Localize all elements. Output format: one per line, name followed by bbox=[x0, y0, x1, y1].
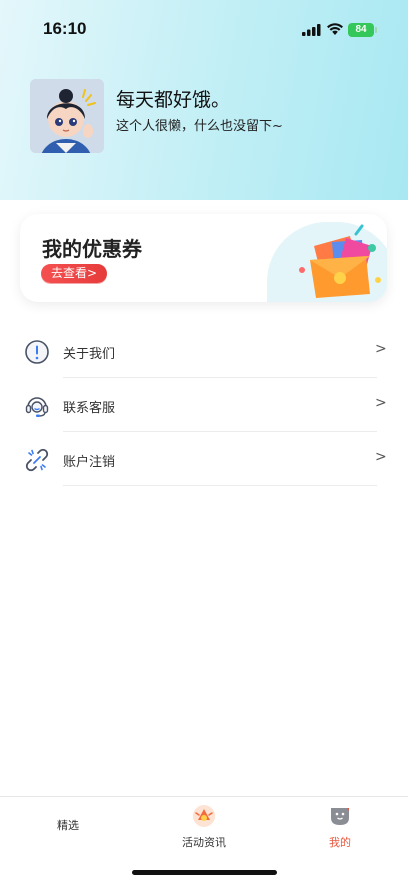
tab-label-featured: 精选 bbox=[57, 819, 79, 832]
avatar[interactable] bbox=[30, 79, 104, 153]
chevron-right-icon: > bbox=[375, 449, 387, 465]
settings-menu: 关于我们 > 联系客服 > 账户注销 > bbox=[0, 324, 408, 486]
status-time: 16:10 bbox=[43, 19, 87, 38]
coupon-card[interactable]: 我的优惠券 去查看> bbox=[20, 214, 387, 302]
tab-mine[interactable]: 我的 bbox=[272, 797, 408, 867]
home-indicator[interactable] bbox=[132, 870, 277, 875]
signature: 这个人很懒，什么也没留下~ bbox=[116, 119, 283, 134]
profile-icon bbox=[331, 808, 349, 825]
signal-icon bbox=[302, 24, 321, 36]
tab-label-activity-news: 活动资讯 bbox=[182, 836, 226, 849]
battery-icon: 84 bbox=[348, 23, 377, 37]
broken-link-icon bbox=[25, 448, 49, 472]
avatar-image bbox=[30, 79, 104, 153]
info-icon bbox=[25, 340, 49, 364]
tab-featured[interactable]: 精选 bbox=[0, 797, 136, 867]
tab-activity-news[interactable]: 活动资讯 bbox=[136, 797, 272, 867]
status-bar: 16:10 84 bbox=[0, 0, 408, 60]
menu-label-contact-support: 联系客服 bbox=[63, 401, 116, 416]
chevron-right-icon: > bbox=[375, 395, 387, 411]
chevron-right-icon: > bbox=[375, 341, 387, 357]
menu-item-about-us[interactable]: 关于我们 > bbox=[0, 324, 408, 378]
menu-label-delete-account: 账户注销 bbox=[63, 455, 116, 470]
battery-level: 84 bbox=[355, 24, 367, 35]
menu-label-about-us: 关于我们 bbox=[63, 347, 116, 362]
nickname: 每天都好饿。 bbox=[116, 89, 231, 111]
view-coupons-button[interactable]: 去查看> bbox=[41, 264, 107, 283]
red-envelope-icon bbox=[299, 224, 381, 298]
headset-icon bbox=[25, 397, 49, 417]
divider bbox=[63, 485, 377, 486]
profile-section: 每天都好饿。 这个人很懒，什么也没留下~ bbox=[30, 79, 390, 153]
menu-item-delete-account[interactable]: 账户注销 > bbox=[0, 432, 408, 486]
activity-icon bbox=[193, 805, 215, 827]
coupon-title: 我的优惠券 bbox=[42, 237, 142, 261]
menu-item-contact-support[interactable]: 联系客服 > bbox=[0, 378, 408, 432]
wifi-icon bbox=[327, 23, 343, 35]
tab-label-mine: 我的 bbox=[329, 836, 351, 849]
